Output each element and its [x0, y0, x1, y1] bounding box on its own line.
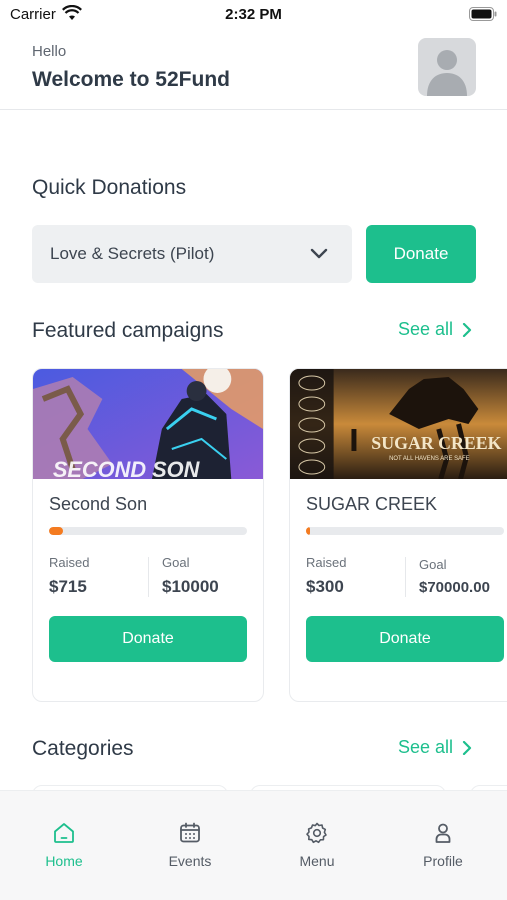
categories-see-all-link[interactable]: See all	[398, 737, 473, 758]
stat-divider	[405, 557, 406, 597]
header: Hello Welcome to 52Fund	[0, 30, 507, 110]
campaign-donate-button[interactable]: Donate	[49, 616, 247, 662]
raised-amount: $715	[49, 577, 87, 596]
featured-see-all-link[interactable]: See all	[398, 319, 473, 340]
campaign-progress-fill	[306, 527, 310, 535]
goal-amount: $10000	[162, 577, 219, 596]
gear-icon	[306, 822, 327, 844]
campaign-progress-bar	[49, 527, 247, 535]
campaign-progress-fill	[49, 527, 63, 535]
tab-bar: Home Events Menu Profile	[0, 790, 507, 900]
campaign-title: Second Son	[49, 494, 148, 514]
poster-title-text: SUGAR CREEK	[371, 433, 501, 453]
battery-icon	[469, 7, 497, 21]
goal-amount: $70000.00	[419, 579, 490, 596]
tab-label: Home	[45, 853, 83, 869]
raised-label: Raised	[49, 555, 90, 570]
avatar[interactable]	[418, 38, 476, 96]
poster-title-text: SECOND SON	[53, 457, 201, 479]
poster-tagline-text: NOT ALL HAVENS ARE SAFE	[389, 456, 469, 462]
raised-label: Raised	[306, 555, 347, 570]
tab-menu[interactable]: Menu	[267, 821, 367, 869]
tab-events[interactable]: Events	[140, 821, 240, 869]
campaign-select[interactable]: Love & Secrets (Pilot)	[32, 225, 352, 283]
chevron-down-icon	[310, 248, 328, 259]
greeting-text: Hello	[32, 43, 67, 60]
featured-campaigns-title: Featured campaigns	[32, 319, 224, 342]
stat-divider	[148, 557, 149, 597]
calendar-icon	[180, 822, 200, 843]
campaign-card[interactable]: SECOND SON Second Son Raised $715 Goal $…	[32, 368, 264, 702]
campaign-title: SUGAR CREEK	[306, 494, 438, 514]
status-bar: Carrier 2:32 PM	[0, 0, 507, 30]
campaign-poster-image: SECOND SON	[33, 369, 263, 479]
chevron-right-icon	[462, 740, 472, 755]
categories-title: Categories	[32, 737, 134, 760]
goal-label: Goal	[162, 555, 190, 570]
goal-label: Goal	[419, 557, 447, 572]
campaign-progress-bar	[306, 527, 504, 535]
campaign-card[interactable]: SUGAR CREEK NOT ALL HAVENS ARE SAFE SUGA…	[289, 368, 507, 702]
user-placeholder-icon	[427, 50, 467, 96]
campaign-poster-image: SUGAR CREEK NOT ALL HAVENS ARE SAFE	[290, 369, 507, 479]
campaign-select-value: Love & Secrets (Pilot)	[50, 244, 215, 263]
campaign-donate-button[interactable]: Donate	[306, 616, 504, 662]
featured-campaigns-carousel[interactable]: SECOND SON Second Son Raised $715 Goal $…	[32, 368, 507, 703]
clock: 2:32 PM	[225, 6, 282, 23]
tab-label: Profile	[423, 853, 463, 869]
tab-home[interactable]: Home	[14, 821, 114, 869]
home-icon	[54, 823, 74, 843]
see-all-label: See all	[397, 737, 453, 757]
quick-donations-title: Quick Donations	[32, 176, 187, 199]
chevron-right-icon	[462, 322, 472, 337]
see-all-label: See all	[397, 319, 453, 339]
quick-donate-button[interactable]: Donate	[366, 225, 476, 283]
tab-label: Events	[168, 853, 212, 869]
welcome-title: Welcome to 52Fund	[32, 68, 230, 91]
tab-label: Menu	[299, 853, 335, 869]
tab-profile[interactable]: Profile	[393, 821, 493, 869]
raised-amount: $300	[306, 577, 344, 596]
person-icon	[435, 823, 451, 843]
